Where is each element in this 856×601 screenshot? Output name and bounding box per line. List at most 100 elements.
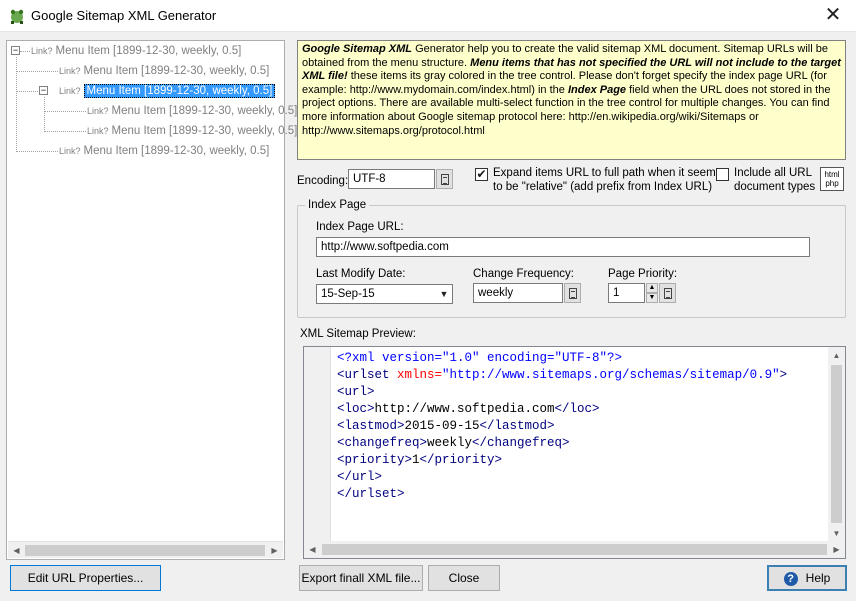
export-xml-button[interactable]: Export finall XML file... (299, 565, 423, 591)
xml-tag: <url> (337, 385, 375, 399)
tree-item-label: Menu Item [1899-12-30, weekly, 0.5] (83, 84, 276, 98)
tree-item-label: Menu Item [1899-12-30, weekly, 0.5] (111, 105, 298, 117)
include-all-url-label-2: document types (734, 181, 816, 193)
xml-tag: <lastmod> (337, 419, 405, 433)
xml-horizontal-scrollbar[interactable]: ◀ ▶ (304, 541, 845, 558)
xml-vertical-scrollbar[interactable]: ▲ ▼ (828, 347, 845, 542)
change-frequency-input[interactable]: weekly (473, 283, 563, 303)
expand-url-checkbox[interactable]: ✔ (475, 168, 488, 181)
scroll-left-icon[interactable]: ◀ (8, 542, 25, 559)
tree-item-prefix: Link? (87, 126, 109, 136)
dropdown-arrow-icon[interactable]: ▼ (436, 285, 452, 303)
close-button[interactable]: Close (428, 565, 500, 591)
scrollbar-thumb[interactable] (322, 544, 827, 555)
include-all-url-label-1: Include all URL (734, 167, 812, 179)
page-priority-list-button[interactable] (659, 283, 676, 303)
tree-connector (16, 151, 58, 152)
scroll-right-icon[interactable]: ▶ (828, 541, 845, 558)
xml-tag: <loc> (337, 402, 375, 416)
tree-item[interactable]: Link? Menu Item [1899-12-30, weekly, 0.5] (59, 62, 269, 80)
xml-tag: </url> (337, 470, 383, 484)
expand-url-label-2: to be "relative" (add prefix from Index … (493, 181, 713, 193)
encoding-list-button[interactable] (436, 169, 453, 189)
tree-item[interactable]: Link? Menu Item [1899-12-30, weekly, 0.5] (59, 142, 269, 160)
scrollbar-thumb[interactable] (25, 545, 265, 556)
xml-line: <lastmod>2015-09-15</lastmod> (337, 418, 787, 435)
app-icon (10, 9, 24, 24)
scroll-right-icon[interactable]: ▶ (266, 542, 283, 559)
page-priority-input[interactable]: 1 (608, 283, 645, 303)
tree-connector (44, 111, 86, 112)
description-bold-3: Index Page (567, 83, 627, 96)
change-frequency-label: Change Frequency: (473, 268, 575, 280)
xml-tag: </lastmod> (479, 419, 555, 433)
tree-item[interactable]: Link? Menu Item [1899-12-30, weekly, 0.5] (31, 42, 241, 60)
close-window-icon[interactable]: ✕ (810, 0, 856, 32)
encoding-field[interactable]: UTF-8 (348, 169, 435, 189)
tree-connector (16, 91, 40, 92)
spin-down-icon[interactable]: ▼ (646, 293, 658, 303)
tree-item-prefix: Link? (87, 106, 109, 116)
html-php-button-line-2: php (825, 179, 839, 188)
list-icon (664, 288, 672, 299)
index-page-url-label: Index Page URL: (316, 221, 404, 233)
scroll-down-icon[interactable]: ▼ (828, 525, 845, 542)
xml-line: <loc>http://www.softpedia.com</loc> (337, 401, 787, 418)
xml-attribute-value: "http://www.sitemaps.org/schemas/sitemap… (442, 368, 780, 382)
tree-item-prefix: Link? (31, 46, 53, 56)
collapse-icon[interactable]: − (11, 46, 20, 55)
xml-attribute: xmlns= (397, 368, 443, 382)
help-icon: ? (783, 571, 798, 586)
include-all-url-checkbox[interactable] (716, 168, 729, 181)
help-button[interactable]: ? Help (767, 565, 847, 591)
change-frequency-list-button[interactable] (564, 283, 581, 303)
editor-gutter (304, 347, 331, 542)
scrollbar-thumb[interactable] (831, 365, 842, 523)
tree-item[interactable]: Link? Menu Item [1899-12-30, weekly, 0.5] (87, 122, 297, 140)
last-modify-date-picker[interactable]: 15-Sep-15 (316, 284, 453, 304)
tree-connector (20, 51, 30, 52)
xml-tag: </priority> (419, 453, 503, 467)
tree-item-label: Menu Item [1899-12-30, weekly, 0.5] (83, 65, 270, 77)
description-panel: Google Sitemap XML Generator help you to… (297, 40, 846, 160)
tree-item[interactable]: Link? Menu Item [1899-12-30, weekly, 0.5] (87, 102, 297, 120)
xml-text: weekly (427, 436, 473, 450)
xml-tag: </urlset> (337, 487, 405, 501)
index-page-url-input[interactable]: http://www.softpedia.com (316, 237, 810, 257)
scroll-left-icon[interactable]: ◀ (304, 541, 321, 558)
xml-line: <urlset xmlns="http://www.sitemaps.org/s… (337, 367, 787, 384)
scroll-up-icon[interactable]: ▲ (828, 347, 845, 364)
xml-tag: <priority> (337, 453, 413, 467)
xml-preview-editor[interactable]: <?xml version="1.0" encoding="UTF-8"?> <… (303, 346, 846, 559)
list-icon (441, 174, 449, 185)
xml-line: <?xml version="1.0" encoding="UTF-8"?> (337, 350, 787, 367)
description-bold-1: Google Sitemap XML (302, 43, 413, 55)
xml-line: </urlset> (337, 486, 787, 503)
xml-declaration: <?xml version="1.0" encoding="UTF-8"?> (337, 351, 623, 365)
xml-code: <?xml version="1.0" encoding="UTF-8"?> <… (337, 350, 787, 503)
tree-horizontal-scrollbar[interactable]: ◀ ▶ (8, 541, 283, 558)
last-modify-date-value: 15-Sep-15 (321, 288, 375, 300)
tree-item-label: Menu Item [1899-12-30, weekly, 0.5] (111, 125, 298, 137)
html-php-button[interactable]: html php (820, 167, 844, 191)
tree-item-label: Menu Item [1899-12-30, weekly, 0.5] (83, 145, 270, 157)
xml-tag: <urlset (337, 368, 398, 382)
tree-item-selected[interactable]: Link? Menu Item [1899-12-30, weekly, 0.5] (59, 82, 276, 100)
xml-line: <priority>1</priority> (337, 452, 787, 469)
collapse-icon[interactable]: − (39, 86, 48, 95)
spin-up-icon[interactable]: ▲ (646, 283, 658, 293)
xml-tag: <changefreq> (337, 436, 428, 450)
edit-url-properties-button[interactable]: Edit URL Properties... (10, 565, 161, 591)
encoding-label: Encoding: (297, 175, 349, 187)
menu-tree[interactable]: − − Link? Menu Item [1899-12-30, weekly, … (6, 40, 297, 560)
list-icon (569, 288, 577, 299)
xml-tag: </loc> (554, 402, 600, 416)
window-title: Google Sitemap XML Generator (31, 8, 217, 23)
xml-preview-label: XML Sitemap Preview: (300, 328, 416, 340)
tree-item-prefix: Link? (59, 146, 81, 156)
tree-item-prefix: Link? (59, 66, 81, 76)
xml-tag: > (779, 368, 788, 382)
title-bar: Google Sitemap XML Generator ✕ (0, 0, 856, 32)
xml-line: </url> (337, 469, 787, 486)
index-page-group-title: Index Page (305, 199, 370, 211)
